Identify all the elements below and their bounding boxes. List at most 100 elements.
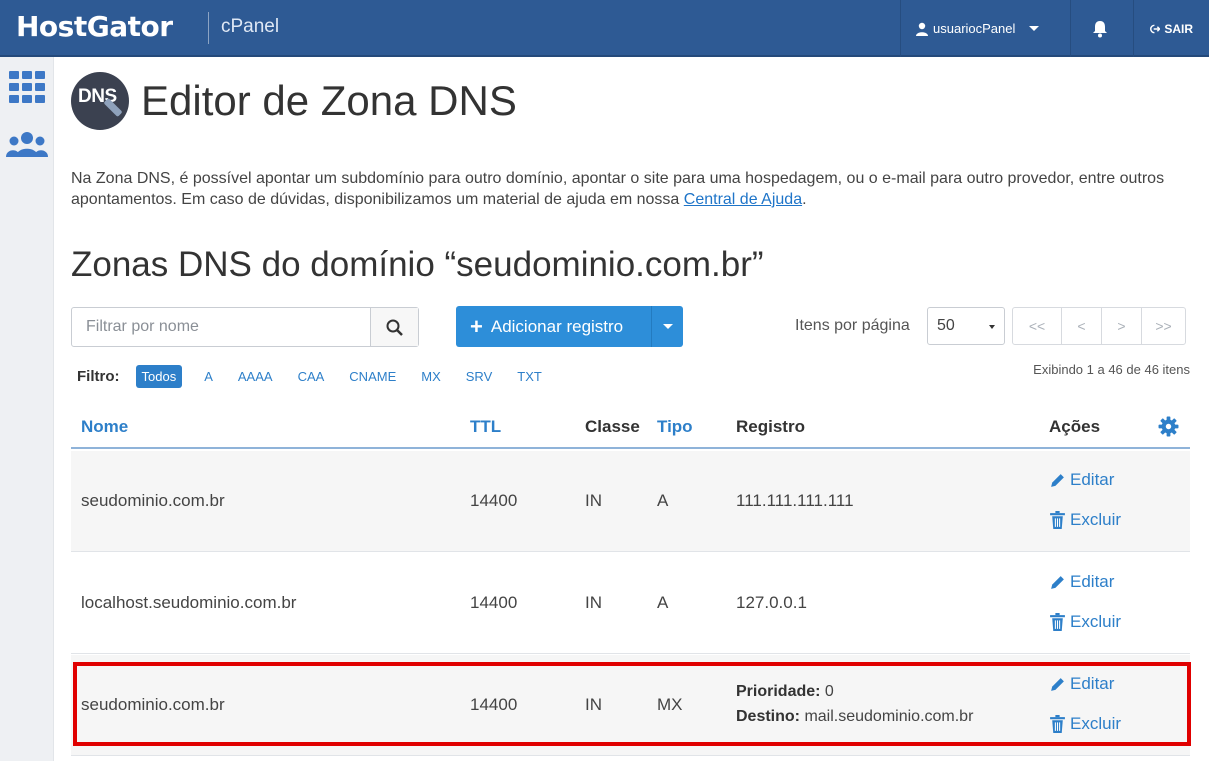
cell-ttl: 14400 [470, 491, 518, 510]
logout-icon [1150, 24, 1161, 33]
intro-text: Na Zona DNS, é possível apontar um subdo… [71, 170, 1165, 208]
intro-paragraph: Na Zona DNS, é possível apontar um subdo… [71, 168, 1196, 210]
filter-mx[interactable]: MX [421, 369, 441, 384]
column-nome[interactable]: Nome [81, 417, 128, 437]
product-name: cPanel [221, 16, 280, 37]
per-page-value: 50 [937, 317, 955, 334]
bell-icon [1093, 20, 1107, 37]
pencil-icon [1051, 677, 1064, 691]
chevron-down-icon [662, 324, 673, 329]
search-input[interactable] [72, 308, 370, 346]
cell-ttl: 14400 [470, 695, 518, 714]
user-menu-button[interactable]: usuariocPanel [900, 0, 1070, 57]
filter-aaaa[interactable]: AAAA [238, 369, 273, 384]
cell-registro: 127.0.0.1 [736, 593, 807, 612]
filter-all[interactable]: Todos [135, 365, 183, 388]
page-header: DNS Editor de Zona DNS [71, 72, 517, 130]
pagination: << < > >> [1012, 307, 1186, 345]
add-record-button-group: + Adicionar registro [456, 306, 683, 347]
cell-tipo: MX [657, 695, 683, 714]
edit-label: Editar [1070, 674, 1115, 693]
add-record-dropdown-toggle[interactable] [651, 306, 683, 347]
trash-icon [1050, 715, 1065, 733]
search-icon [386, 319, 403, 336]
cell-nome: localhost.seudominio.com.br [81, 593, 297, 612]
cell-registro: 111.111.111.111 [736, 491, 854, 510]
intro-end: . [802, 191, 807, 208]
add-record-label: Adicionar registro [490, 316, 624, 336]
trash-icon [1050, 613, 1065, 631]
cell-nome: seudominio.com.br [81, 695, 225, 714]
next-page-button[interactable]: > [1101, 308, 1141, 344]
search-field [71, 307, 419, 347]
delete-label: Excluir [1070, 714, 1122, 733]
mx-priority: Prioridade: 0 [736, 679, 973, 704]
filter-txt[interactable]: TXT [517, 369, 542, 384]
table-row: localhost.seudominio.com.br 14400 IN A 1… [71, 553, 1190, 654]
destination-label: Destino: [736, 708, 800, 725]
brand-logo[interactable]: HostGator [16, 10, 173, 43]
per-page-select[interactable]: 50 [927, 307, 1005, 345]
trash-icon [1050, 511, 1065, 529]
chevron-down-icon [989, 325, 995, 329]
delete-label: Excluir [1070, 510, 1122, 529]
cell-classe: IN [585, 593, 602, 612]
logout-button[interactable]: SAIR [1133, 0, 1209, 57]
priority-label: Prioridade: [736, 683, 821, 700]
cell-tipo: A [657, 593, 669, 612]
cell-nome: seudominio.com.br [81, 491, 225, 510]
notifications-button[interactable] [1070, 0, 1133, 57]
filter-caa[interactable]: CAA [298, 369, 325, 384]
search-button[interactable] [370, 308, 418, 346]
mx-destination: Destino: mail.seudominio.com.br [736, 704, 973, 729]
type-filter: Filtro: Todos A AAAA CAA CNAME MX SRV TX… [77, 365, 567, 388]
column-tipo[interactable]: Tipo [657, 417, 693, 437]
main-content: DNS Editor de Zona DNS Na Zona DNS, é po… [54, 57, 1209, 761]
filter-srv[interactable]: SRV [466, 369, 493, 384]
column-ttl[interactable]: TTL [470, 417, 501, 437]
table-row: seudominio.com.br 14400 IN A 111.111.111… [71, 451, 1190, 552]
edit-button[interactable]: Editar [1049, 674, 1114, 694]
pencil-icon [1051, 575, 1064, 589]
filter-label: Filtro: [77, 368, 120, 385]
edit-label: Editar [1070, 572, 1115, 591]
cell-tipo: A [657, 491, 669, 510]
page-title: Editor de Zona DNS [141, 77, 517, 124]
users-icon[interactable] [5, 131, 49, 159]
edit-button[interactable]: Editar [1049, 572, 1114, 592]
logout-label: SAIR [1164, 21, 1193, 36]
column-registro: Registro [736, 417, 805, 436]
add-record-button[interactable]: + Adicionar registro [456, 306, 651, 347]
pencil-icon [1051, 473, 1064, 487]
gear-icon[interactable] [1158, 416, 1179, 437]
destination-value: mail.seudominio.com.br [804, 708, 974, 725]
items-count: Exibindo 1 a 46 de 46 itens [1033, 362, 1190, 377]
help-center-link[interactable]: Central de Ajuda [684, 191, 802, 208]
filter-cname[interactable]: CNAME [349, 369, 396, 384]
cell-classe: IN [585, 491, 602, 510]
cell-registro: Prioridade: 0 Destino: mail.seudominio.c… [736, 679, 973, 729]
edit-button[interactable]: Editar [1049, 470, 1114, 490]
last-page-button[interactable]: >> [1141, 308, 1185, 344]
cell-ttl: 14400 [470, 593, 518, 612]
first-page-button[interactable]: << [1013, 308, 1061, 344]
section-title: Zonas DNS do domínio “seudominio.com.br” [71, 245, 764, 284]
delete-button[interactable]: Excluir [1049, 714, 1121, 734]
column-classe: Classe [585, 417, 640, 436]
prev-page-button[interactable]: < [1061, 308, 1101, 344]
filter-a[interactable]: A [204, 369, 213, 384]
edit-label: Editar [1070, 470, 1115, 489]
per-page-label: Itens por página [795, 317, 910, 334]
delete-button[interactable]: Excluir [1049, 612, 1121, 632]
plus-icon: + [470, 313, 483, 339]
delete-label: Excluir [1070, 612, 1122, 631]
cell-classe: IN [585, 695, 602, 714]
username-label: usuariocPanel [933, 21, 1016, 36]
sidebar [0, 57, 54, 761]
top-navbar: HostGator cPanel usuariocPanel SAIR [0, 0, 1209, 57]
grid-icon[interactable] [9, 71, 45, 103]
delete-button[interactable]: Excluir [1049, 510, 1121, 530]
table-header: Nome TTL Classe Tipo Registro Ações [71, 409, 1190, 449]
chevron-down-icon [1029, 26, 1040, 31]
top-right-menu: usuariocPanel SAIR [900, 0, 1209, 57]
